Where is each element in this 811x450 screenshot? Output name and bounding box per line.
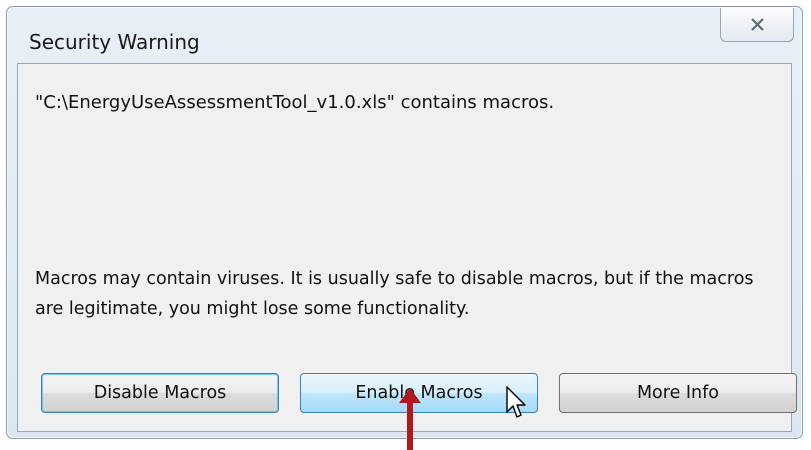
virus-warning-text: Macros may contain viruses. It is usuall… xyxy=(35,269,754,319)
more-info-button[interactable]: More Info xyxy=(559,373,797,413)
close-icon xyxy=(751,18,764,31)
mouse-pointer-icon xyxy=(506,386,526,418)
dialog-title: Security Warning xyxy=(29,30,200,54)
red-arrow-icon xyxy=(399,388,421,450)
dialog-body: "C:\EnergyUseAssessmentTool_v1.0.xls" co… xyxy=(17,63,797,432)
file-message: "C:\EnergyUseAssessmentTool_v1.0.xls" co… xyxy=(35,92,555,113)
close-button[interactable] xyxy=(720,8,794,42)
security-warning-dialog: Security Warning "C:\EnergyUseAssessment… xyxy=(6,6,803,439)
disable-macros-button[interactable]: Disable Macros xyxy=(41,373,279,413)
title-bar: Security Warning xyxy=(7,7,802,63)
